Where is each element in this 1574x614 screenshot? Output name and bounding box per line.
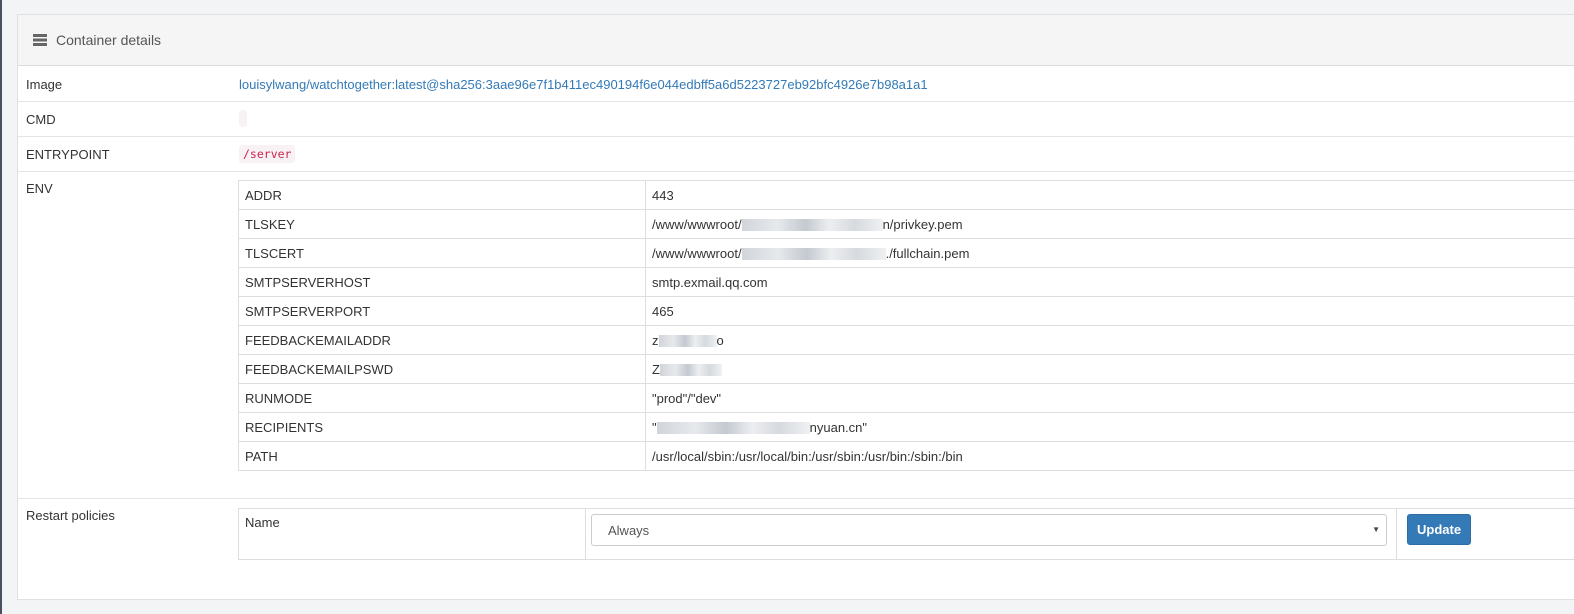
- env-row-feedbackemailaddr: FEEDBACKEMAILADDR zo: [238, 325, 1574, 355]
- env-value: zo: [645, 325, 1574, 355]
- env-value-text: 443: [652, 187, 674, 203]
- env-value-text: 465: [652, 303, 674, 319]
- entrypoint-value: /server: [239, 145, 296, 163]
- env-row-addr: ADDR 443: [238, 180, 1574, 210]
- redacted-blur: [658, 335, 717, 348]
- env-key: PATH: [238, 441, 646, 471]
- redacted-blur: [741, 219, 883, 232]
- update-button[interactable]: Update: [1407, 514, 1472, 545]
- env-value-text: /usr/local/sbin:/usr/local/bin:/usr/sbin…: [652, 448, 963, 464]
- env-value: "prod"/"dev": [645, 383, 1574, 413]
- env-value: /usr/local/sbin:/usr/local/bin:/usr/sbin…: [645, 441, 1574, 471]
- redacted-blur: [659, 364, 722, 377]
- cmd-value: [239, 110, 247, 130]
- env-value: /www/wwwroot/ ./fullchain.pem: [645, 238, 1574, 268]
- image-link[interactable]: louisylwang/watchtogether:latest@sha256:…: [239, 77, 928, 92]
- env-row-path: PATH /usr/local/sbin:/usr/local/bin:/usr…: [238, 441, 1574, 471]
- env-value-text: smtp.exmail.qq.com: [652, 274, 768, 290]
- entrypoint-code: /server: [239, 145, 296, 163]
- env-value-text: Z: [652, 361, 660, 377]
- entrypoint-label: ENTRYPOINT: [26, 147, 110, 162]
- env-row-recipients: RECIPIENTS " nyuan.cn": [238, 412, 1574, 442]
- restart-name-label: Name: [245, 515, 280, 530]
- env-row-tlscert: TLSCERT /www/wwwroot/ ./fullchain.pem: [238, 238, 1574, 268]
- env-key: TLSKEY: [238, 209, 646, 239]
- env-key: SMTPSERVERHOST: [238, 267, 646, 297]
- env-value-text: /www/wwwroot/: [652, 245, 742, 261]
- env-value: Z: [645, 354, 1574, 384]
- env-key: SMTPSERVERPORT: [238, 296, 646, 326]
- env-value-text-tail: ./fullchain.pem: [885, 245, 970, 261]
- env-row-smtpserverport: SMTPSERVERPORT 465: [238, 296, 1574, 326]
- panel-title: Container details: [56, 32, 162, 48]
- env-value-text-tail: n/privkey.pem: [882, 216, 963, 232]
- env-key: FEEDBACKEMAILPSWD: [238, 354, 646, 384]
- env-label: ENV: [26, 181, 53, 196]
- env-value: /www/wwwroot/n/privkey.pem: [645, 209, 1574, 239]
- image-label: Image: [26, 77, 63, 92]
- env-value-text-tail: o: [716, 332, 724, 348]
- env-row-runmode: RUNMODE "prod"/"dev": [238, 383, 1574, 413]
- env-value-text: "prod"/"dev": [652, 390, 722, 406]
- env-key: TLSCERT: [238, 238, 646, 268]
- container-details-panel: Container details Image louisylwang/watc…: [17, 14, 1574, 600]
- restart-policies-label: Restart policies: [26, 508, 115, 523]
- restart-policies-row: Restart policies Name Always ▼ Update: [18, 499, 1574, 599]
- env-value: 443: [645, 180, 1574, 210]
- env-key: ADDR: [238, 180, 646, 210]
- restart-policy-selected: Always: [608, 523, 650, 538]
- redacted-blur: [741, 248, 886, 261]
- restart-select-cell: Always ▼: [585, 508, 1397, 560]
- env-value-text-tail: nyuan.cn": [809, 419, 868, 435]
- left-edge-border: [0, 0, 2, 614]
- restart-policy-form-row: Name Always ▼ Update: [238, 508, 1574, 560]
- cmd-row: CMD: [18, 102, 1574, 137]
- env-table: ADDR 443 TLSKEY /www/wwwroot/n/privkey.p…: [238, 180, 1574, 471]
- panel-header: Container details: [18, 15, 1574, 66]
- env-value-text: /www/wwwroot/: [652, 216, 742, 232]
- restart-update-cell: Update: [1396, 508, 1574, 560]
- restart-policy-table: Name Always ▼ Update: [238, 508, 1574, 560]
- cmd-label: CMD: [26, 112, 56, 127]
- restart-name-cell: Name: [238, 508, 586, 560]
- env-row-feedbackemailpswd: FEEDBACKEMAILPSWD Z: [238, 354, 1574, 384]
- env-value: " nyuan.cn": [645, 412, 1574, 442]
- env-value: smtp.exmail.qq.com: [645, 267, 1574, 297]
- cmd-code: [239, 110, 247, 127]
- env-row-tlskey: TLSKEY /www/wwwroot/n/privkey.pem: [238, 209, 1574, 239]
- image-row: Image louisylwang/watchtogether:latest@s…: [18, 67, 1574, 102]
- env-key: FEEDBACKEMAILADDR: [238, 325, 646, 355]
- env-value: 465: [645, 296, 1574, 326]
- restart-policy-select[interactable]: Always ▼: [591, 514, 1387, 546]
- env-row-smtpserverhost: SMTPSERVERHOST smtp.exmail.qq.com: [238, 267, 1574, 297]
- env-key: RUNMODE: [238, 383, 646, 413]
- caret-down-icon: ▼: [1372, 525, 1380, 534]
- list-icon: [33, 34, 47, 46]
- redacted-blur: [656, 422, 810, 435]
- env-key: RECIPIENTS: [238, 412, 646, 442]
- env-row: ENV ADDR 443 TLSKEY /www/wwwroot/n/privk…: [18, 172, 1574, 499]
- entrypoint-row: ENTRYPOINT /server: [18, 137, 1574, 172]
